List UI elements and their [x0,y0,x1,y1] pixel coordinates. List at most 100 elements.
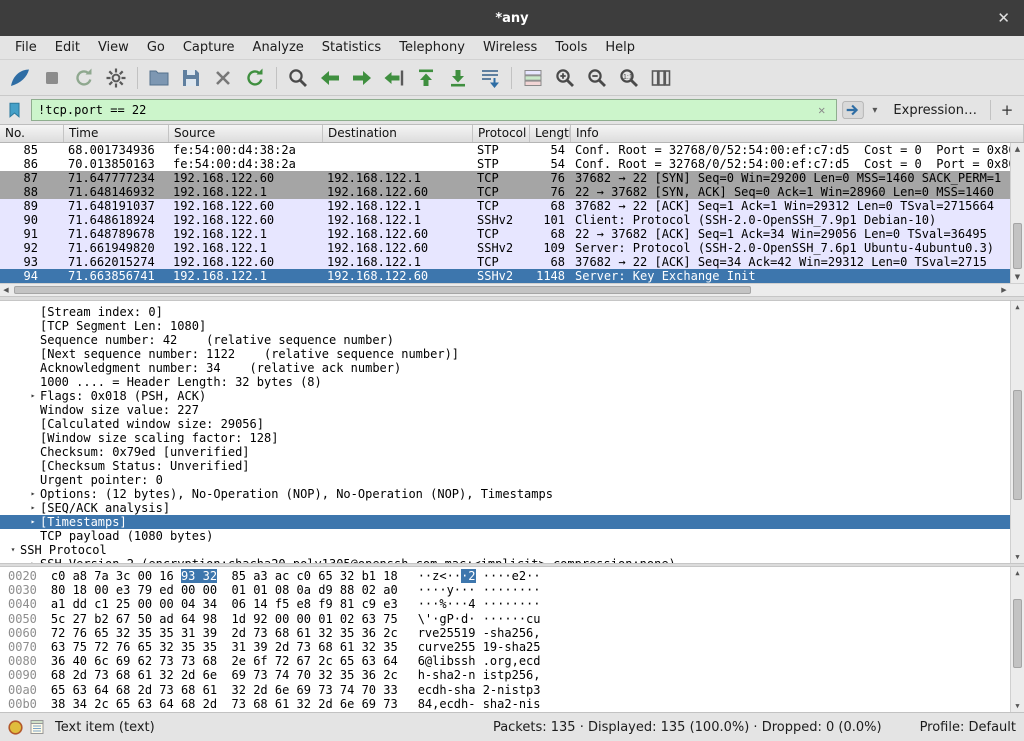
hex-row-00a0[interactable]: 00a065 63 64 68 2d 73 68 61 32 2d 6e 69 … [8,683,1010,697]
go-first-packet-button[interactable] [410,63,442,93]
column-header-source[interactable]: Source [169,125,323,142]
scroll-down-icon[interactable]: ▼ [1011,700,1024,712]
details-vscroll-thumb[interactable] [1013,390,1022,500]
column-header-info[interactable]: Info [571,125,1024,142]
column-header-protocol[interactable]: Protocol [473,125,530,142]
hex-row-0070[interactable]: 007063 75 72 76 65 32 35 35 31 39 2d 73 … [8,640,1010,654]
start-capture-button[interactable] [4,63,36,93]
close-file-button[interactable] [207,63,239,93]
packet-row-93[interactable]: 9371.662015274192.168.122.60192.168.122.… [0,255,1010,269]
detail-tree-item[interactable]: Acknowledgment number: 34 (relative ack … [0,361,1010,375]
packet-row-91[interactable]: 9171.648789678192.168.122.1192.168.122.6… [0,227,1010,241]
packet-row-85[interactable]: 8568.001734936fe:54:00:d4:38:2aSTP54Conf… [0,143,1010,157]
reload-file-button[interactable] [239,63,271,93]
hex-row-0040[interactable]: 0040a1 dd c1 25 00 00 04 34 06 14 f5 e8 … [8,597,1010,611]
save-file-button[interactable] [175,63,207,93]
detail-tree-item[interactable]: Urgent pointer: 0 [0,473,1010,487]
detail-tree-item[interactable]: ▸[Timestamps] [0,515,1010,529]
go-to-packet-button[interactable] [378,63,410,93]
packet-row-86[interactable]: 8670.013850163fe:54:00:d4:38:2aSTP54Conf… [0,157,1010,171]
menu-edit[interactable]: Edit [46,37,89,58]
detail-tree-item[interactable]: [Stream index: 0] [0,305,1010,319]
hex-row-0050[interactable]: 00505c 27 b2 67 50 ad 64 98 1d 92 00 00 … [8,612,1010,626]
column-header-time[interactable]: Time [64,125,169,142]
packet-row-92[interactable]: 9271.661949820192.168.122.1192.168.122.6… [0,241,1010,255]
filter-apply-icon[interactable] [842,101,864,119]
scroll-right-icon[interactable]: ▶ [998,284,1010,296]
filter-clear-icon[interactable]: ✕ [813,103,830,117]
detail-tree-item[interactable]: [Calculated window size: 29056] [0,417,1010,431]
scroll-up-icon[interactable]: ▲ [1011,567,1024,579]
status-profile[interactable]: Profile: Default [920,720,1016,735]
packet-row-87[interactable]: 8771.647777234192.168.122.60192.168.122.… [0,171,1010,185]
expander-expanded-icon[interactable]: ▾ [6,543,20,557]
hex-row-0030[interactable]: 003080 18 00 e3 79 ed 00 00 01 01 08 0a … [8,583,1010,597]
hex-row-0060[interactable]: 006072 76 65 32 35 35 31 39 2d 73 68 61 … [8,626,1010,640]
column-header-length[interactable]: Length [530,125,571,142]
packet-list-hscrollbar[interactable]: ◀ ▶ [0,283,1024,296]
resize-columns-button[interactable] [645,63,677,93]
capture-file-properties-icon[interactable] [30,719,44,735]
detail-tree-item[interactable]: [Checksum Status: Unverified] [0,459,1010,473]
expander-collapsed-icon[interactable]: ▸ [26,389,40,403]
window-close-button[interactable]: ✕ [997,9,1010,27]
detail-tree-item[interactable]: 1000 .... = Header Length: 32 bytes (8) [0,375,1010,389]
detail-tree-item[interactable]: Window size value: 227 [0,403,1010,417]
open-file-button[interactable] [143,63,175,93]
go-last-packet-button[interactable] [442,63,474,93]
packet-list-vscrollbar[interactable]: ▲ ▼ [1010,143,1024,283]
menu-capture[interactable]: Capture [174,37,244,58]
scroll-up-icon[interactable]: ▲ [1011,301,1024,313]
zoom-in-button[interactable] [549,63,581,93]
zoom-original-button[interactable]: 1:1 [613,63,645,93]
filter-bookmark-icon[interactable] [6,100,26,120]
packet-row-94[interactable]: 9471.663856741192.168.122.1192.168.122.6… [0,269,1010,283]
expression-button[interactable]: Expression… [885,103,985,118]
restart-capture-button[interactable] [68,63,100,93]
auto-scroll-button[interactable] [474,63,506,93]
menu-wireless[interactable]: Wireless [474,37,546,58]
scroll-up-icon[interactable]: ▲ [1011,143,1024,155]
titlebar[interactable]: *any ✕ [0,0,1024,36]
zoom-out-button[interactable] [581,63,613,93]
menu-analyze[interactable]: Analyze [244,37,313,58]
column-header-no[interactable]: No. [0,125,64,142]
scroll-down-icon[interactable]: ▼ [1011,271,1024,283]
scroll-left-icon[interactable]: ◀ [0,284,12,296]
detail-tree-item[interactable]: [TCP Segment Len: 1080] [0,319,1010,333]
menu-view[interactable]: View [89,37,138,58]
menu-statistics[interactable]: Statistics [313,37,390,58]
packet-list-vscroll-thumb[interactable] [1013,223,1022,269]
capture-options-button[interactable] [100,63,132,93]
expert-info-icon[interactable] [8,720,23,735]
hex-row-00b0[interactable]: 00b038 34 2c 65 63 64 68 2d 73 68 61 32 … [8,697,1010,711]
filter-add-button[interactable]: + [996,101,1018,119]
detail-tree-item[interactable]: ▾SSH Protocol [0,543,1010,557]
detail-tree-item[interactable]: ▸Options: (12 bytes), No-Operation (NOP)… [0,487,1010,501]
go-back-button[interactable] [314,63,346,93]
stop-capture-button[interactable] [36,63,68,93]
filter-dropdown-icon[interactable]: ▾ [869,105,880,116]
packet-list-hscroll-thumb[interactable] [14,286,751,294]
detail-tree-item[interactable]: ▸Flags: 0x018 (PSH, ACK) [0,389,1010,403]
go-forward-button[interactable] [346,63,378,93]
packet-row-88[interactable]: 8871.648146932192.168.122.1192.168.122.6… [0,185,1010,199]
details-vscrollbar[interactable]: ▲ ▼ [1010,301,1024,563]
hex-row-0020[interactable]: 0020c0 a8 7a 3c 00 16 93 32 85 a3 ac c0 … [8,569,1010,583]
detail-tree-item[interactable]: [Window size scaling factor: 128] [0,431,1010,445]
packet-row-90[interactable]: 9071.648618924192.168.122.60192.168.122.… [0,213,1010,227]
detail-tree-item[interactable]: [Next sequence number: 1122 (relative se… [0,347,1010,361]
hex-row-0080[interactable]: 008036 40 6c 69 62 73 73 68 2e 6f 72 67 … [8,654,1010,668]
expander-collapsed-icon[interactable]: ▸ [26,515,40,529]
find-packet-button[interactable] [282,63,314,93]
bytes-vscroll-thumb[interactable] [1013,599,1022,669]
menu-go[interactable]: Go [138,37,174,58]
scroll-down-icon[interactable]: ▼ [1011,551,1024,563]
detail-tree-item[interactable]: ▸[SEQ/ACK analysis] [0,501,1010,515]
colorize-packets-button[interactable] [517,63,549,93]
menu-file[interactable]: File [6,37,46,58]
menu-tools[interactable]: Tools [546,37,596,58]
menu-telephony[interactable]: Telephony [390,37,474,58]
bytes-vscrollbar[interactable]: ▲ ▼ [1010,567,1024,712]
column-header-destination[interactable]: Destination [323,125,473,142]
